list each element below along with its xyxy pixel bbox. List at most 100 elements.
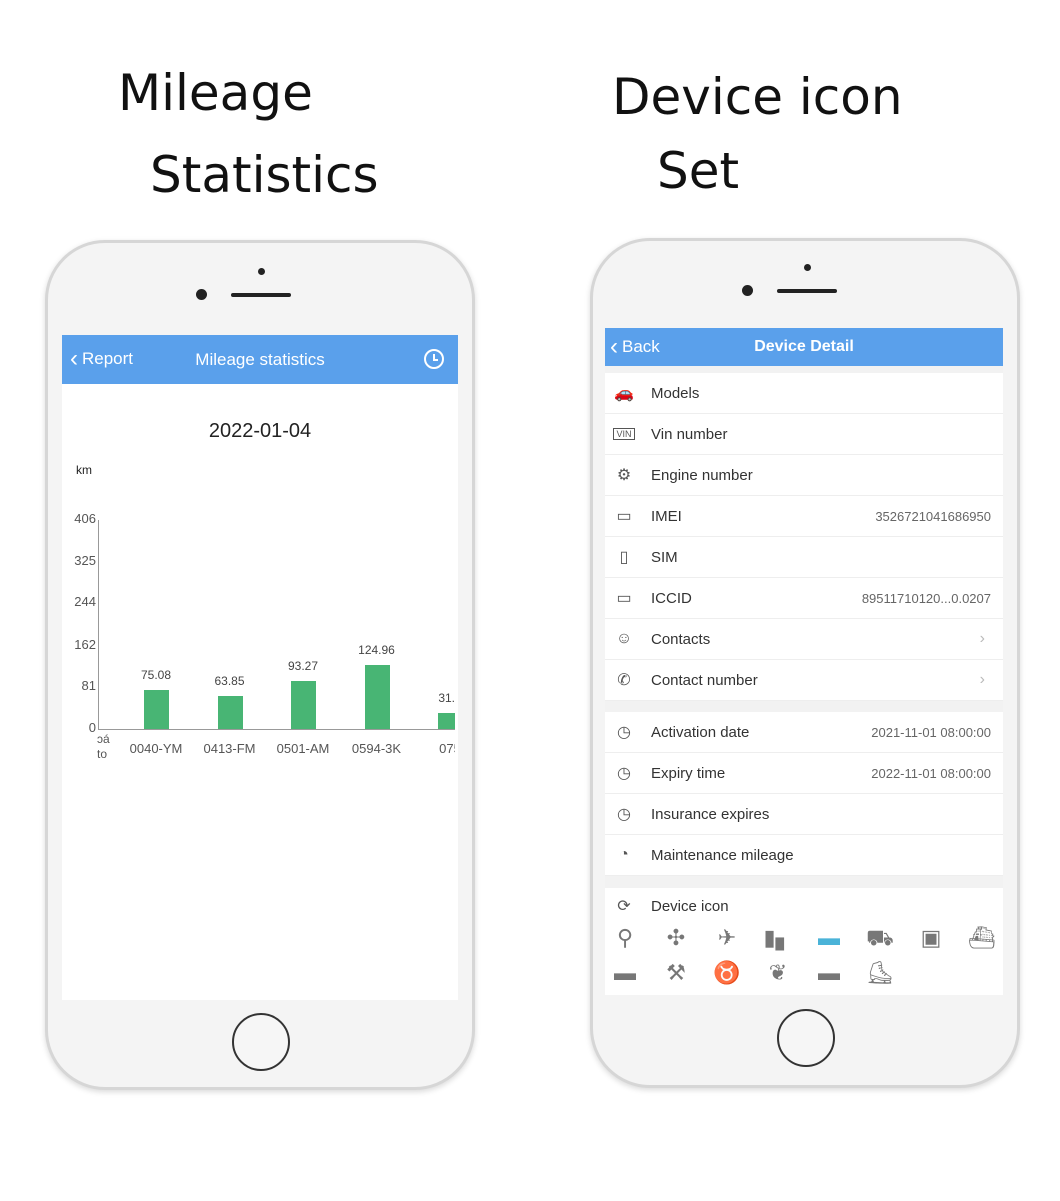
- detail-row-sim[interactable]: ▯ SIM: [605, 537, 1003, 578]
- detail-row-imei[interactable]: ▭ IMEI 3526721041686950: [605, 496, 1003, 537]
- row-label: Contacts: [651, 630, 711, 648]
- home-button[interactable]: [232, 1013, 290, 1071]
- nav-bar: ‹ Back Device Detail: [605, 328, 1003, 366]
- caption-device-icon: Device icon: [612, 68, 903, 126]
- row-value: 3526721041686950: [875, 508, 991, 524]
- left-screen: ‹ Report Mileage statistics 2022-01-04 k…: [62, 335, 458, 1000]
- pickup-icon[interactable]: ▬: [812, 960, 846, 986]
- row-label: Vin number: [651, 425, 728, 443]
- y-tick-label: 406: [74, 511, 96, 526]
- gauge-icon: ◔: [619, 846, 629, 863]
- iccid-card-icon: ▭: [616, 590, 632, 607]
- device-icon-settings-icon: ⟳: [617, 898, 631, 915]
- person-icon: ☺: [615, 630, 633, 647]
- proximity-sensor: [258, 268, 265, 275]
- x-tick-label: 0501-AM: [276, 741, 330, 756]
- earpiece: [231, 293, 291, 297]
- chevron-right-icon: ›: [979, 630, 985, 647]
- detail-row-maintenance-mileage[interactable]: ◔ Maintenance mileage: [605, 835, 1003, 876]
- y-tick-label: 0: [88, 720, 96, 735]
- y-tick-label: 81: [81, 678, 96, 694]
- proximity-sensor: [804, 264, 811, 271]
- row-value: 2021-11-01 08:00:00: [871, 724, 991, 740]
- detail-row-insurance-expires[interactable]: ◷ Insurance expires: [605, 794, 1003, 835]
- row-label: ICCID: [651, 589, 692, 607]
- device-icon-label: Device icon: [651, 897, 729, 915]
- earpiece: [777, 289, 837, 293]
- caption-set: Set: [657, 142, 740, 200]
- x-tick-label: 075: [439, 741, 455, 756]
- x-tick-label: 0413-FM: [203, 741, 256, 756]
- row-value: 2022-11-01 08:00:00: [871, 765, 991, 781]
- dog-icon[interactable]: ❦: [761, 960, 795, 986]
- location-pin-icon[interactable]: ⚲: [608, 925, 642, 951]
- kick-scooter-icon[interactable]: ⛸: [863, 960, 897, 986]
- drone-icon[interactable]: ✣: [659, 925, 693, 951]
- bus-icon[interactable]: ▣: [914, 925, 948, 951]
- mileage-chart: 0 81 162 244 325 406 75.08 0040-YM 63.85 0413-FM 9…: [62, 335, 455, 1000]
- phone-icon: ✆: [617, 672, 631, 689]
- row-label: Insurance expires: [651, 805, 770, 823]
- front-camera: [196, 289, 207, 300]
- home-button[interactable]: [777, 1009, 835, 1067]
- page-title: Device Detail: [754, 338, 854, 355]
- detail-row-models[interactable]: 🚗 Models: [605, 373, 1003, 414]
- airplane-icon[interactable]: ✈: [710, 925, 744, 951]
- row-label: Models: [651, 384, 700, 402]
- sim-icon: ▯: [619, 549, 629, 566]
- row-label: Maintenance mileage: [651, 846, 794, 864]
- cow-icon[interactable]: ♉: [710, 960, 744, 986]
- ship-icon[interactable]: ⛴: [965, 925, 999, 951]
- truck-icon[interactable]: ▮▖: [761, 925, 795, 951]
- row-label: Activation date: [651, 723, 750, 741]
- detail-row-expiry-time[interactable]: ◷ Expiry time 2022-11-01 08:00:00: [605, 753, 1003, 794]
- bar-data-label: 93.27: [287, 658, 319, 673]
- bar-data-label: 31.3: [438, 690, 455, 705]
- row-label: Contact number: [651, 671, 758, 689]
- y-tick-label: 244: [74, 594, 96, 610]
- car-icon[interactable]: ▬: [812, 925, 846, 951]
- y-tick-label: 162: [74, 636, 96, 652]
- bar-data-label: 63.85: [214, 674, 245, 689]
- detail-row-engine-number[interactable]: ⚙ Engine number: [605, 455, 1003, 496]
- row-label: Engine number: [651, 466, 753, 484]
- device-icon-section: ⟳ Device icon ⚲ ✣ ✈ ▮▖ ▬ ⛟ ▣ ⛴ ▬ ⚒ ♉ ❦ ▬ ⛸: [605, 888, 1003, 995]
- bar: [144, 690, 169, 729]
- bar: [438, 712, 455, 729]
- detail-row-activation-date[interactable]: ◷ Activation date 2021-11-01 08:00:00: [605, 712, 1003, 753]
- scooter-icon[interactable]: ⛟: [863, 925, 897, 954]
- row-label: Expiry time: [651, 764, 726, 782]
- engine-icon: ⚙: [616, 467, 632, 484]
- bar: [217, 696, 243, 729]
- car-icon: 🚗: [614, 385, 634, 402]
- bar-data-label: 75.08: [140, 668, 172, 683]
- front-camera: [742, 285, 753, 296]
- caption-statistics: Statistics: [150, 146, 379, 204]
- row-label: IMEI: [651, 507, 682, 525]
- row-value: 89511710120...0.0207: [861, 590, 991, 606]
- row-label: SIM: [651, 548, 678, 566]
- caption-mileage: Mileage: [118, 64, 313, 122]
- x-tick-label: 0040-YM: [129, 741, 183, 756]
- y-tick-label: 325: [74, 552, 96, 568]
- bar: [291, 680, 316, 729]
- clock-icon: ◷: [617, 765, 631, 782]
- card-icon: ▭: [616, 508, 632, 525]
- right-screen: ‹ Back Device Detail 🚗 Models VIN Vin numbe…: [605, 328, 1003, 995]
- vin-icon: VIN: [613, 428, 635, 440]
- detail-row-contacts[interactable]: ☺ Contacts ›: [605, 619, 1003, 660]
- detail-row-vin-number[interactable]: VIN Vin number: [605, 414, 1003, 455]
- excavator-icon[interactable]: ⚒: [659, 960, 693, 986]
- bar: [364, 664, 390, 729]
- y-axis-line: [98, 520, 99, 729]
- detail-row-iccid[interactable]: ▭ ICCID 89511710120...0.0207: [605, 578, 1003, 619]
- clock-icon: ◷: [617, 806, 631, 823]
- chevron-right-icon: ›: [979, 671, 985, 688]
- x-axis-line: [98, 729, 455, 730]
- detail-row-contact-number[interactable]: ✆ Contact number ›: [605, 660, 1003, 701]
- x-tick-label: 0594-3K: [351, 741, 402, 756]
- axis-fragment: ɔá to: [97, 732, 110, 761]
- clock-icon: ◷: [617, 724, 631, 741]
- taxi-icon[interactable]: ▬: [608, 960, 642, 986]
- bar-data-label: 124.96: [358, 642, 395, 657]
